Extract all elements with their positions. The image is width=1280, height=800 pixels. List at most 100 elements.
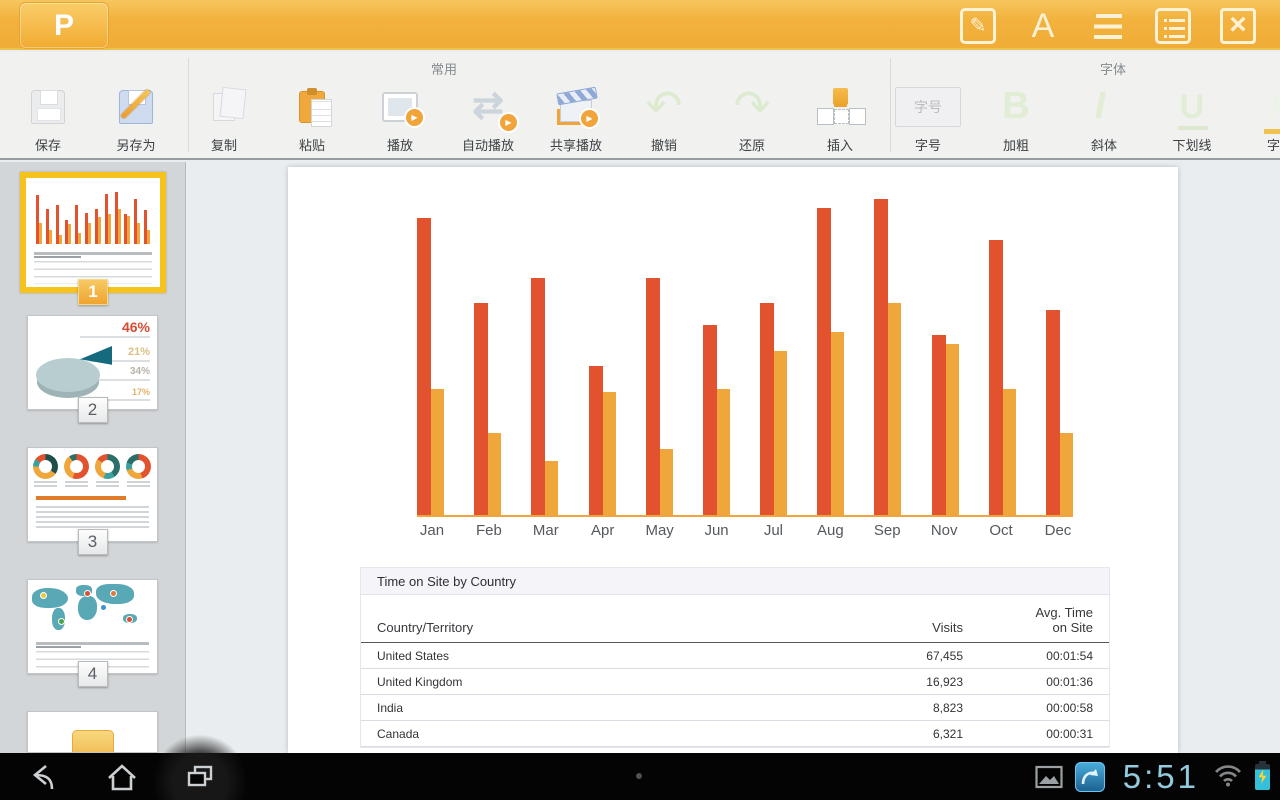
toolbar-item-saveas[interactable]: 另存为 bbox=[92, 52, 180, 160]
edit-icon[interactable] bbox=[960, 8, 996, 44]
paste-icon-wrap bbox=[277, 79, 347, 134]
slide-thumbnail-3[interactable]: 3 bbox=[27, 447, 158, 555]
redo-icon-wrap bbox=[717, 79, 787, 134]
continent-blob bbox=[78, 596, 97, 620]
italic-icon bbox=[1095, 85, 1114, 128]
mini-bar-chart bbox=[36, 186, 150, 244]
slide-thumbnail-4[interactable]: 4 bbox=[27, 579, 158, 687]
toolbar-item-underline[interactable]: 下划线 bbox=[1148, 52, 1236, 160]
toolbar-item-fontsize[interactable]: 字号 字号 bbox=[884, 52, 972, 160]
toolbar-item-autoplay[interactable]: 自动播放 bbox=[444, 52, 532, 160]
close-icon[interactable] bbox=[1220, 8, 1256, 44]
toolbar-item-play[interactable]: 播放 bbox=[356, 52, 444, 160]
bar-series-2 bbox=[1002, 389, 1016, 515]
col-avg-time: Avg. Time on Site bbox=[963, 595, 1109, 643]
caption-line bbox=[65, 481, 88, 483]
toolbar-item-paste[interactable]: 粘贴 bbox=[268, 52, 356, 160]
mini-bar-group bbox=[36, 195, 42, 244]
toolbar-items: 保存 另存为复制粘贴 播放自动播放 共享播放撤销 还原 插入字号字号加粗斜体下划线字体 bbox=[4, 52, 1280, 160]
titlebar-actions bbox=[960, 7, 1256, 45]
caption-line bbox=[127, 481, 150, 483]
recent-apps-button[interactable] bbox=[182, 759, 218, 795]
table-cell: 00:00:31 bbox=[963, 720, 1109, 747]
fontcolor-icon bbox=[1264, 85, 1280, 134]
mini-bar-group bbox=[75, 205, 82, 244]
bar-series-1 bbox=[702, 325, 717, 515]
autoplay-icon-wrap bbox=[453, 79, 523, 134]
slide-thumbnail-2[interactable]: 46% 21% 34% 17% 2 bbox=[27, 315, 158, 423]
toolbar-item-shareplay[interactable]: 共享播放 bbox=[532, 52, 620, 160]
toolbar-item-label: 字体 bbox=[1266, 138, 1280, 153]
bar-group bbox=[588, 366, 616, 515]
paragraph-line bbox=[36, 511, 149, 513]
slide-thumbnail-5[interactable] bbox=[27, 711, 158, 753]
table-cell: 6,321 bbox=[833, 720, 963, 747]
home-button[interactable] bbox=[104, 759, 140, 795]
toolbar-item-label: 字号 bbox=[914, 138, 941, 153]
outline-icon[interactable] bbox=[1090, 8, 1126, 44]
text-format-icon[interactable] bbox=[1025, 8, 1061, 44]
bar-group bbox=[531, 278, 559, 515]
table-cell: 00:01:54 bbox=[963, 642, 1109, 669]
toolbar-item-redo[interactable]: 还原 bbox=[708, 52, 796, 160]
bar-series-1 bbox=[417, 218, 431, 515]
col-country: Country/Territory bbox=[361, 595, 833, 643]
bar-series-2 bbox=[431, 389, 444, 515]
toolbar-item-save[interactable]: 保存 bbox=[4, 52, 92, 160]
x-axis-label: Jan bbox=[419, 522, 445, 539]
caption-line bbox=[96, 485, 119, 487]
toolbar-item-copy[interactable]: 复制 bbox=[180, 52, 268, 160]
x-axis-label: Aug bbox=[816, 522, 844, 539]
percent-label: 17% bbox=[131, 387, 150, 397]
mini-bar-group bbox=[94, 209, 101, 244]
screenshot-notification-icon[interactable] bbox=[1035, 765, 1063, 789]
app-logo[interactable]: P bbox=[20, 3, 108, 48]
table-cell: 16,923 bbox=[833, 668, 963, 695]
nav-center-dot bbox=[636, 773, 642, 779]
toolbar-item-label: 撤销 bbox=[650, 138, 677, 153]
list-box-icon[interactable] bbox=[1155, 8, 1191, 44]
slide-canvas[interactable]: Jan Feb Mar Apr May Jun Jul Aug Sep Nov Oct Dec Tim… bbox=[288, 167, 1178, 753]
bold-icon-wrap bbox=[981, 79, 1051, 134]
slide-thumbnail-1[interactable]: 1 bbox=[20, 172, 166, 305]
toolbar-item-insert[interactable]: 插入 bbox=[796, 52, 884, 160]
donut-column bbox=[32, 454, 59, 487]
x-axis-label: May bbox=[645, 522, 674, 539]
play-icon-wrap bbox=[365, 79, 435, 134]
redo-icon bbox=[734, 87, 771, 127]
toolbar-item-bold[interactable]: 加粗 bbox=[972, 52, 1060, 160]
bar-group bbox=[702, 325, 730, 515]
toolbar-item-label: 还原 bbox=[738, 138, 765, 153]
bar-group bbox=[1045, 310, 1073, 515]
underline-icon-wrap bbox=[1157, 79, 1227, 134]
app-notification-icon[interactable] bbox=[1074, 761, 1105, 792]
toolbar-item-label: 自动播放 bbox=[461, 138, 514, 153]
continent-blob bbox=[32, 588, 68, 608]
bar-series-1 bbox=[760, 303, 775, 515]
mini-bar bbox=[68, 224, 72, 244]
toolbar-item-label: 保存 bbox=[34, 138, 61, 153]
x-axis-label: Jul bbox=[763, 522, 784, 539]
toolbar-item-italic[interactable]: 斜体 bbox=[1060, 52, 1148, 160]
table-header-row: Country/Territory Visits Avg. Time on Si… bbox=[361, 595, 1109, 643]
mini-bar-group bbox=[45, 209, 52, 244]
status-clock: 5:51 bbox=[1122, 757, 1199, 795]
mini-bar-group bbox=[143, 210, 150, 244]
heading-bar bbox=[36, 496, 127, 500]
map-marker-icon bbox=[84, 590, 91, 597]
thumbnail-content bbox=[28, 448, 157, 541]
bar-series-1 bbox=[874, 199, 889, 515]
table-cell: United States bbox=[361, 642, 833, 669]
pie-chart-icon bbox=[36, 358, 100, 392]
toolbar-item-fontcolor[interactable]: 字体 bbox=[1236, 52, 1280, 160]
caption-line bbox=[127, 485, 150, 487]
toolbar-item-label: 粘贴 bbox=[298, 138, 325, 153]
paragraph-line bbox=[36, 526, 149, 528]
mini-bar-group bbox=[104, 194, 111, 244]
toolbar-item-undo[interactable]: 撤销 bbox=[620, 52, 708, 160]
paragraph-line bbox=[36, 516, 149, 518]
copy-icon bbox=[213, 92, 235, 121]
shareplay-icon-wrap bbox=[541, 79, 611, 134]
play-icon bbox=[382, 91, 423, 126]
back-button[interactable] bbox=[24, 759, 60, 795]
